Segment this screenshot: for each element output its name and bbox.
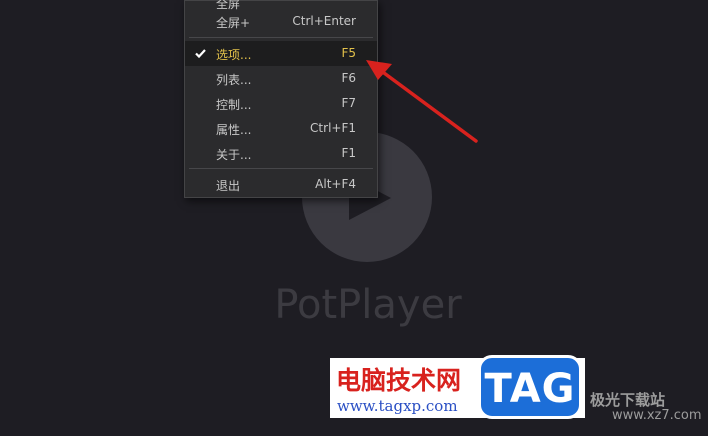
watermark-tag-logo: TAG bbox=[478, 355, 582, 419]
video-area[interactable]: PotPlayer 全屏 全屏+ Ctrl+Enter 选项... F5 列表.… bbox=[0, 0, 708, 436]
watermark-title: 电脑技术网 bbox=[336, 366, 462, 395]
watermark-tag-text: TAG bbox=[484, 366, 576, 412]
watermark-site-name: 极光下载站 bbox=[590, 391, 666, 409]
watermark-site-url: www.xz7.com bbox=[612, 408, 702, 423]
watermark-url: www.tagxp.com bbox=[337, 397, 458, 415]
